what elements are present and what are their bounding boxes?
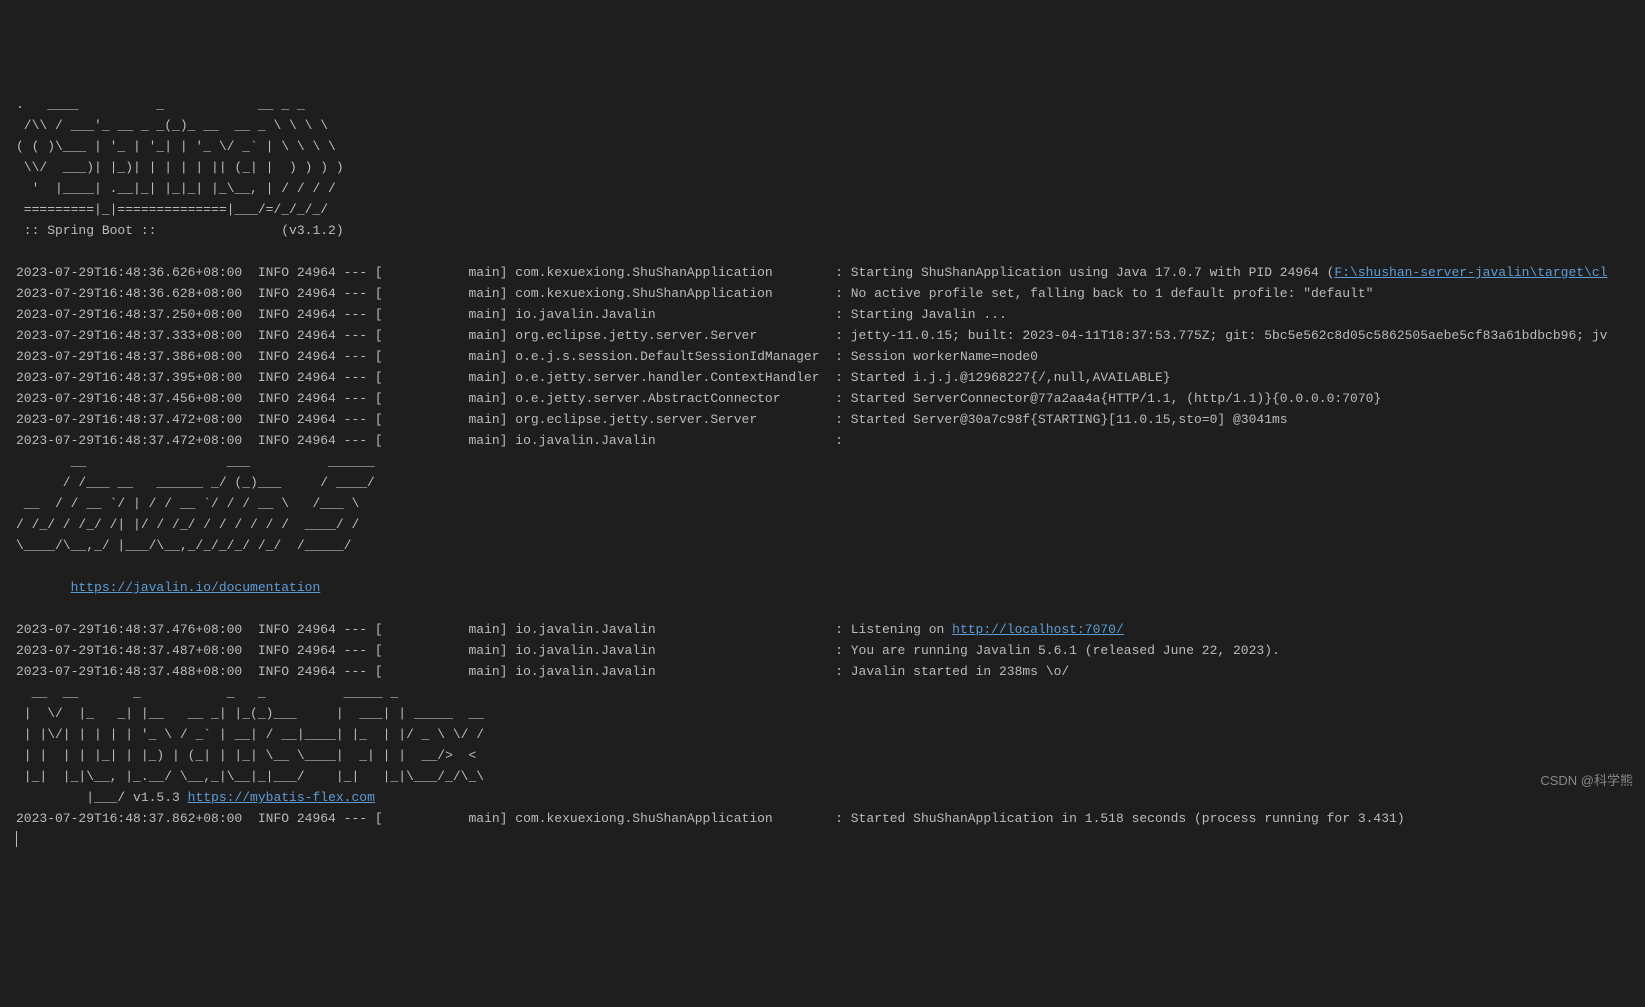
log-line: 2023-07-29T16:48:37.488+08:00 INFO 24964… <box>16 664 1069 679</box>
log-line: 2023-07-29T16:48:37.472+08:00 INFO 24964… <box>16 433 843 448</box>
console-output[interactable]: . ____ _ __ _ _ /\\ / ___'_ __ _ _(_)_ _… <box>16 94 1629 850</box>
log-line: 2023-07-29T16:48:37.487+08:00 INFO 24964… <box>16 643 1280 658</box>
log-line: 2023-07-29T16:48:37.472+08:00 INFO 24964… <box>16 412 1288 427</box>
javalin-doc-link[interactable]: https://javalin.io/documentation <box>71 580 321 595</box>
doc-link-prefix <box>16 580 71 595</box>
log-line: 2023-07-29T16:48:36.626+08:00 INFO 24964… <box>16 265 1334 280</box>
localhost-link[interactable]: http://localhost:7070/ <box>952 622 1124 637</box>
log-line: 2023-07-29T16:48:37.250+08:00 INFO 24964… <box>16 307 1007 322</box>
spring-boot-version: :: Spring Boot :: (v3.1.2) <box>16 223 344 238</box>
log-line: 2023-07-29T16:48:36.628+08:00 INFO 24964… <box>16 286 1373 301</box>
file-path-link[interactable]: F:\shushan-server-javalin\target\cl <box>1334 265 1607 280</box>
mybatis-flex-link[interactable]: https://mybatis-flex.com <box>188 790 375 805</box>
log-line: 2023-07-29T16:48:37.476+08:00 INFO 24964… <box>16 622 952 637</box>
spring-banner-ascii: . ____ _ __ _ _ /\\ / ___'_ __ _ _(_)_ _… <box>16 97 344 217</box>
javalin-banner-ascii: __ ___ ______ / /___ __ ______ _/ (_)___… <box>16 454 375 553</box>
log-line: 2023-07-29T16:48:37.395+08:00 INFO 24964… <box>16 370 1171 385</box>
csdn-watermark: CSDN @科学熊 <box>1540 770 1633 791</box>
text-cursor-icon <box>16 831 17 847</box>
log-line: 2023-07-29T16:48:37.386+08:00 INFO 24964… <box>16 349 1038 364</box>
log-line: 2023-07-29T16:48:37.456+08:00 INFO 24964… <box>16 391 1381 406</box>
mybatis-banner-ascii: __ __ _ _ _ _____ _ | \/ |_ _| |__ __ _|… <box>16 685 484 805</box>
log-line: 2023-07-29T16:48:37.333+08:00 INFO 24964… <box>16 328 1607 343</box>
log-line: 2023-07-29T16:48:37.862+08:00 INFO 24964… <box>16 811 1405 826</box>
